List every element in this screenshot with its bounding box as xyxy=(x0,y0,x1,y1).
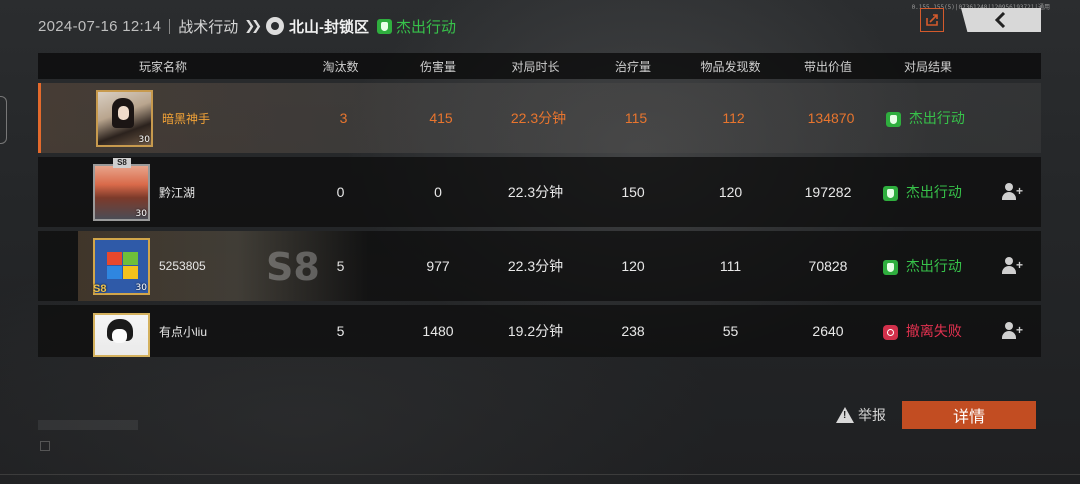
player-name: 有点小liu xyxy=(159,324,208,339)
level-badge: 30 xyxy=(135,282,147,293)
player-cell: 有点小liu xyxy=(38,305,288,357)
player-name: 暗黑神手 xyxy=(162,111,211,126)
scoreboard-table: 玩家名称 淘汰数 伤害量 对局时长 治疗量 物品发现数 带出价值 对局结果 30… xyxy=(38,53,1041,357)
map-pin-icon xyxy=(266,17,285,35)
back-button[interactable] xyxy=(961,8,1041,32)
bottom-divider xyxy=(0,474,1080,475)
level-badge: 30 xyxy=(135,208,147,219)
column-header-healing: 治疗量 xyxy=(614,59,651,74)
table-row[interactable]: 有点小liu 5 1480 19.2分钟 238 55 2640 撤离失败 + xyxy=(38,305,1041,357)
side-drawer-handle[interactable] xyxy=(0,96,7,144)
report-button[interactable]: ! 举报 xyxy=(836,404,886,426)
details-button[interactable]: 详情 xyxy=(902,401,1036,429)
result-cell: 撤离失败 xyxy=(873,321,983,341)
damage-value: 415 xyxy=(429,110,453,126)
faded-checkbox xyxy=(40,441,50,451)
report-label: 举报 xyxy=(858,407,886,423)
result-cell: 杰出行动 xyxy=(873,256,983,276)
season-badge: S8 xyxy=(93,282,107,295)
avatar[interactable]: S8 30 xyxy=(93,157,150,221)
player-cell: 30 暗黑神手 xyxy=(41,83,291,153)
table-row[interactable]: S8 S8 30 5253805 5 977 22.3分钟 120 111 70… xyxy=(38,231,1041,301)
avatar[interactable]: S8 30 xyxy=(93,237,150,295)
result-label: 杰出行动 xyxy=(908,110,965,126)
duration-value: 22.3分钟 xyxy=(507,258,564,274)
add-friend-icon[interactable]: + xyxy=(1001,182,1023,200)
share-button[interactable] xyxy=(920,8,944,32)
extract-value: 197282 xyxy=(804,184,852,200)
faded-bar xyxy=(38,420,138,430)
add-friend-icon[interactable]: + xyxy=(1001,321,1023,339)
chevron-left-icon xyxy=(994,12,1006,28)
table-row[interactable]: S8 30 黔江湖 0 0 22.3分钟 150 120 197282 杰出行动… xyxy=(38,157,1041,227)
table-row[interactable]: 30 暗黑神手 3 415 22.3分钟 115 112 134870 杰出行动 xyxy=(38,83,1041,153)
match-datetime: 2024-07-16 12:14 xyxy=(38,17,162,35)
items-found-value: 111 xyxy=(719,258,742,274)
column-header-extract-value: 带出价值 xyxy=(803,59,852,74)
column-header-duration: 对局时长 xyxy=(511,59,560,74)
items-found-value: 112 xyxy=(722,110,745,126)
table-header: 玩家名称 淘汰数 伤害量 对局时长 治疗量 物品发现数 带出价值 对局结果 xyxy=(38,53,1041,79)
player-name: 黔江湖 xyxy=(159,185,196,200)
extract-value: 134870 xyxy=(807,110,855,126)
healing-value: 150 xyxy=(621,184,645,200)
avatar[interactable]: 30 xyxy=(96,89,153,147)
eliminations-value: 3 xyxy=(339,110,348,126)
level-badge: 30 xyxy=(138,134,150,145)
result-label: 杰出行动 xyxy=(905,258,962,274)
result-label: 撤离失败 xyxy=(905,323,962,339)
duration-value: 22.3分钟 xyxy=(507,184,564,200)
damage-value: 0 xyxy=(434,184,442,200)
items-found-value: 120 xyxy=(718,184,743,200)
season-badge: S8 xyxy=(113,157,131,168)
share-icon xyxy=(926,14,938,26)
avatar[interactable] xyxy=(93,313,150,357)
result-cell: 杰出行动 xyxy=(873,182,983,202)
success-icon xyxy=(377,18,393,34)
result-cell: 杰出行动 xyxy=(876,108,986,128)
match-header: 2024-07-16 12:14 战术行动 ❯❯ 北山-封锁区 杰出行动 xyxy=(38,12,456,40)
damage-value: 977 xyxy=(426,258,450,274)
healing-value: 115 xyxy=(624,110,648,126)
fail-icon xyxy=(883,324,898,340)
extract-value: 2640 xyxy=(812,323,844,339)
player-cell: S8 30 黔江湖 xyxy=(38,157,288,227)
mode-name: 战术行动 xyxy=(178,18,239,36)
match-result: 杰出行动 xyxy=(396,18,457,36)
header-divider xyxy=(169,18,171,34)
damage-value: 1480 xyxy=(422,323,454,339)
player-cell: S8 30 5253805 xyxy=(38,231,288,301)
healing-value: 120 xyxy=(621,258,645,274)
column-header-damage: 伤害量 xyxy=(419,59,456,74)
duration-value: 22.3分钟 xyxy=(510,110,567,126)
column-header-items-found: 物品发现数 xyxy=(700,59,761,74)
success-icon xyxy=(883,185,898,201)
chevron-right-icon: ❯❯ xyxy=(244,18,262,33)
success-icon xyxy=(886,111,901,127)
duration-value: 19.2分钟 xyxy=(507,323,564,339)
healing-value: 238 xyxy=(621,323,645,339)
column-header-player: 玩家名称 xyxy=(138,59,187,74)
success-icon xyxy=(883,259,898,275)
extract-value: 70828 xyxy=(808,258,848,274)
warning-icon: ! xyxy=(836,407,854,423)
eliminations-value: 5 xyxy=(336,323,345,339)
result-label: 杰出行动 xyxy=(905,184,962,200)
player-name: 5253805 xyxy=(159,259,206,273)
items-found-value: 55 xyxy=(722,323,739,339)
eliminations-value: 0 xyxy=(336,184,345,200)
add-friend-icon[interactable]: + xyxy=(1001,256,1023,274)
map-name: 北山-封锁区 xyxy=(289,18,370,36)
column-header-result: 对局结果 xyxy=(903,59,952,74)
column-header-eliminations: 淘汰数 xyxy=(322,59,359,74)
